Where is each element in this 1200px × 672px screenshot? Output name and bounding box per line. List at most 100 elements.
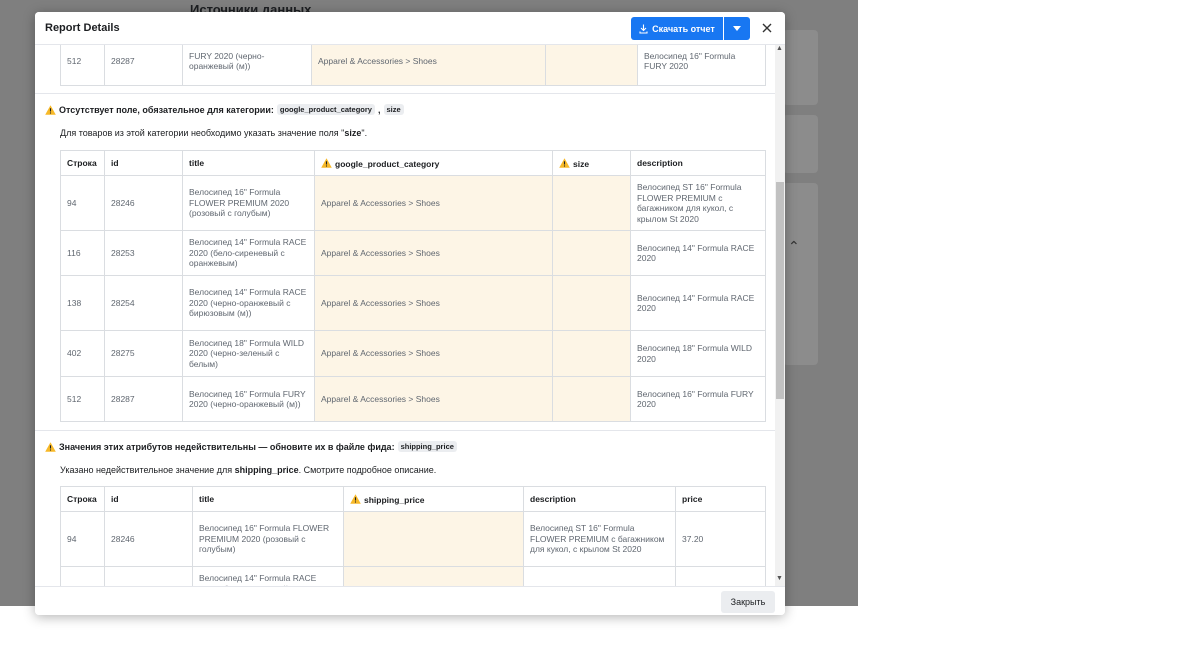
field-tag: shipping_price: [397, 441, 457, 452]
table-cell: Apparel & Accessories > Shoes: [314, 175, 553, 231]
table-cell: Велосипед 14" Formula RACE 2020 (бело-си…: [182, 230, 315, 276]
table-cell: 512: [60, 45, 105, 86]
missing-field-description: Для товаров из этой категории необходимо…: [60, 128, 367, 138]
column-header-label: shipping_price: [364, 494, 425, 505]
table-cell: [552, 275, 631, 331]
table-cell: 28287: [104, 376, 183, 422]
table-cell: Apparel & Accessories > Shoes: [314, 376, 553, 422]
table-cell: Велосипед 16" Formula FURY 2020: [630, 376, 766, 422]
warning-icon: [559, 157, 570, 168]
table-cell: 28246: [104, 511, 193, 567]
table-cell: [343, 566, 524, 586]
table-cell: Велосипед 18" Formula WILD 2020: [630, 330, 766, 377]
table-cell: Apparel & Accessories > Shoes: [311, 45, 546, 86]
close-modal-button[interactable]: [757, 18, 777, 38]
table-cell: 28253: [104, 230, 183, 276]
table-cell: [545, 45, 638, 86]
warning-icon: [45, 441, 56, 452]
table-cell: 34.33: [675, 566, 766, 586]
column-header: title: [192, 486, 344, 512]
column-header: price: [675, 486, 766, 512]
table-cell: Велосипед 14" Formula RACE 2020 (черно-о…: [182, 275, 315, 331]
table-row: 94 28246 Велосипед 16" Formula FLOWER PR…: [60, 511, 766, 567]
scroll-up-arrow[interactable]: ▲: [776, 45, 783, 52]
missing-field-warning: Отсутствует поле, обязательное для катег…: [45, 104, 404, 115]
table-cell: Apparel & Accessories > Shoes: [314, 275, 553, 331]
previous-issue-section: 512 28287 FURY 2020 (черно-оранжевый (м)…: [35, 45, 775, 94]
table-cell: [552, 230, 631, 276]
column-header: description: [630, 150, 766, 176]
column-header: Строка: [60, 486, 105, 512]
column-header-flagged: google_product_category: [314, 150, 553, 176]
download-report-label: Скачать отчет: [652, 23, 715, 34]
table-cell: 116: [60, 230, 105, 276]
field-tag: size: [383, 104, 404, 115]
scrollbar-thumb[interactable]: [776, 182, 784, 399]
table-cell: Apparel & Accessories > Shoes: [314, 230, 553, 276]
close-icon: [762, 23, 772, 33]
table-cell: [552, 175, 631, 231]
column-header: title: [182, 150, 315, 176]
table-cell: Велосипед 16" Formula FURY 2020: [637, 45, 766, 86]
table-row: 402 28275 Велосипед 18" Formula WILD 202…: [60, 330, 766, 377]
table-cell: 28275: [104, 330, 183, 377]
table-cell: 94: [60, 511, 105, 567]
table-cell: 28246: [104, 175, 183, 231]
description-text: ".: [361, 128, 368, 138]
table-cell: Велосипед 14" Formula RACE 2020: [523, 566, 676, 586]
invalid-attributes-table: Строка id title shipping_price descripti…: [60, 486, 766, 586]
table-row: 512 28287 Велосипед 16" Formula FURY 202…: [60, 376, 766, 422]
table-cell: Велосипед 16" Formula FLOWER PREMIUM 202…: [192, 511, 344, 567]
missing-field-table: Строка id title google_product_category …: [60, 150, 766, 422]
description-field: shipping_price: [234, 465, 299, 475]
download-options-dropdown[interactable]: [724, 17, 750, 40]
column-header-label: google_product_category: [335, 158, 440, 169]
table-cell: Велосипед 16" Formula FURY 2020 (черно-о…: [182, 376, 315, 422]
warning-icon: [350, 493, 361, 504]
table-cell: 37.20: [675, 511, 766, 567]
table-cell: 402: [60, 330, 105, 377]
table-cell: 28253: [104, 566, 193, 586]
table-cell: Apparel & Accessories > Shoes: [314, 330, 553, 377]
table-row: 138 28254 Велосипед 14" Formula RACE 202…: [60, 275, 766, 331]
table-cell: [552, 330, 631, 377]
warning-icon: [45, 104, 56, 115]
table-row: 116 28253 Велосипед 14" Formula RACE 202…: [60, 230, 766, 276]
previous-issue-table: 512 28287 FURY 2020 (черно-оранжевый (м)…: [60, 45, 766, 86]
table-cell: Велосипед 14" Formula RACE 2020: [630, 275, 766, 331]
download-report-button[interactable]: Скачать отчет: [631, 17, 723, 40]
table-cell: [552, 376, 631, 422]
table-cell: Велосипед 16" Formula FLOWER PREMIUM 202…: [182, 175, 315, 231]
table-header-row: Строка id title shipping_price descripti…: [60, 486, 766, 512]
table-cell: Велосипед 18" Formula WILD 2020 (черно-з…: [182, 330, 315, 377]
download-icon: [639, 24, 648, 34]
invalid-attributes-warning-text: Значения этих атрибутов недействительны …: [59, 441, 395, 452]
table-cell: [343, 511, 524, 567]
table-cell: FURY 2020 (черно-оранжевый (м)): [182, 45, 312, 86]
table-row: 94 28246 Велосипед 16" Formula FLOWER PR…: [60, 175, 766, 231]
column-header: Строка: [60, 150, 105, 176]
caret-down-icon: [733, 26, 741, 31]
background-card: [783, 30, 818, 105]
column-header-label: size: [573, 158, 590, 169]
invalid-attributes-section: Значения этих атрибутов недействительны …: [35, 431, 775, 586]
description-text: Указано недействительное значение для: [60, 465, 235, 475]
close-button[interactable]: Закрыть: [721, 591, 775, 613]
table-cell: Велосипед ST 16" Formula FLOWER PREMIUM …: [523, 511, 676, 567]
column-header: description: [523, 486, 676, 512]
report-details-modal: Report Details Скачать отчет 512 28287 F…: [35, 12, 785, 615]
column-header-flagged: shipping_price: [343, 486, 524, 512]
table-cell: 138: [60, 275, 105, 331]
description-text: . Смотрите подробное описание.: [298, 465, 437, 475]
chevron-up-icon: ⌃: [788, 238, 800, 254]
background-card: [783, 183, 818, 365]
scroll-down-arrow[interactable]: ▼: [776, 575, 783, 582]
missing-field-warning-text: Отсутствует поле, обязательное для катег…: [59, 104, 274, 115]
table-cell: 28254: [104, 275, 183, 331]
warning-icon: [321, 157, 332, 168]
description-text: Для товаров из этой категории необходимо…: [60, 128, 345, 138]
missing-field-section: Отсутствует поле, обязательное для катег…: [35, 94, 775, 431]
table-cell: Велосипед 14" Formula RACE 2020: [630, 230, 766, 276]
table-header-row: Строка id title google_product_category …: [60, 150, 766, 176]
table-row: 116 28253 Велосипед 14" Formula RACE 202…: [60, 566, 766, 586]
